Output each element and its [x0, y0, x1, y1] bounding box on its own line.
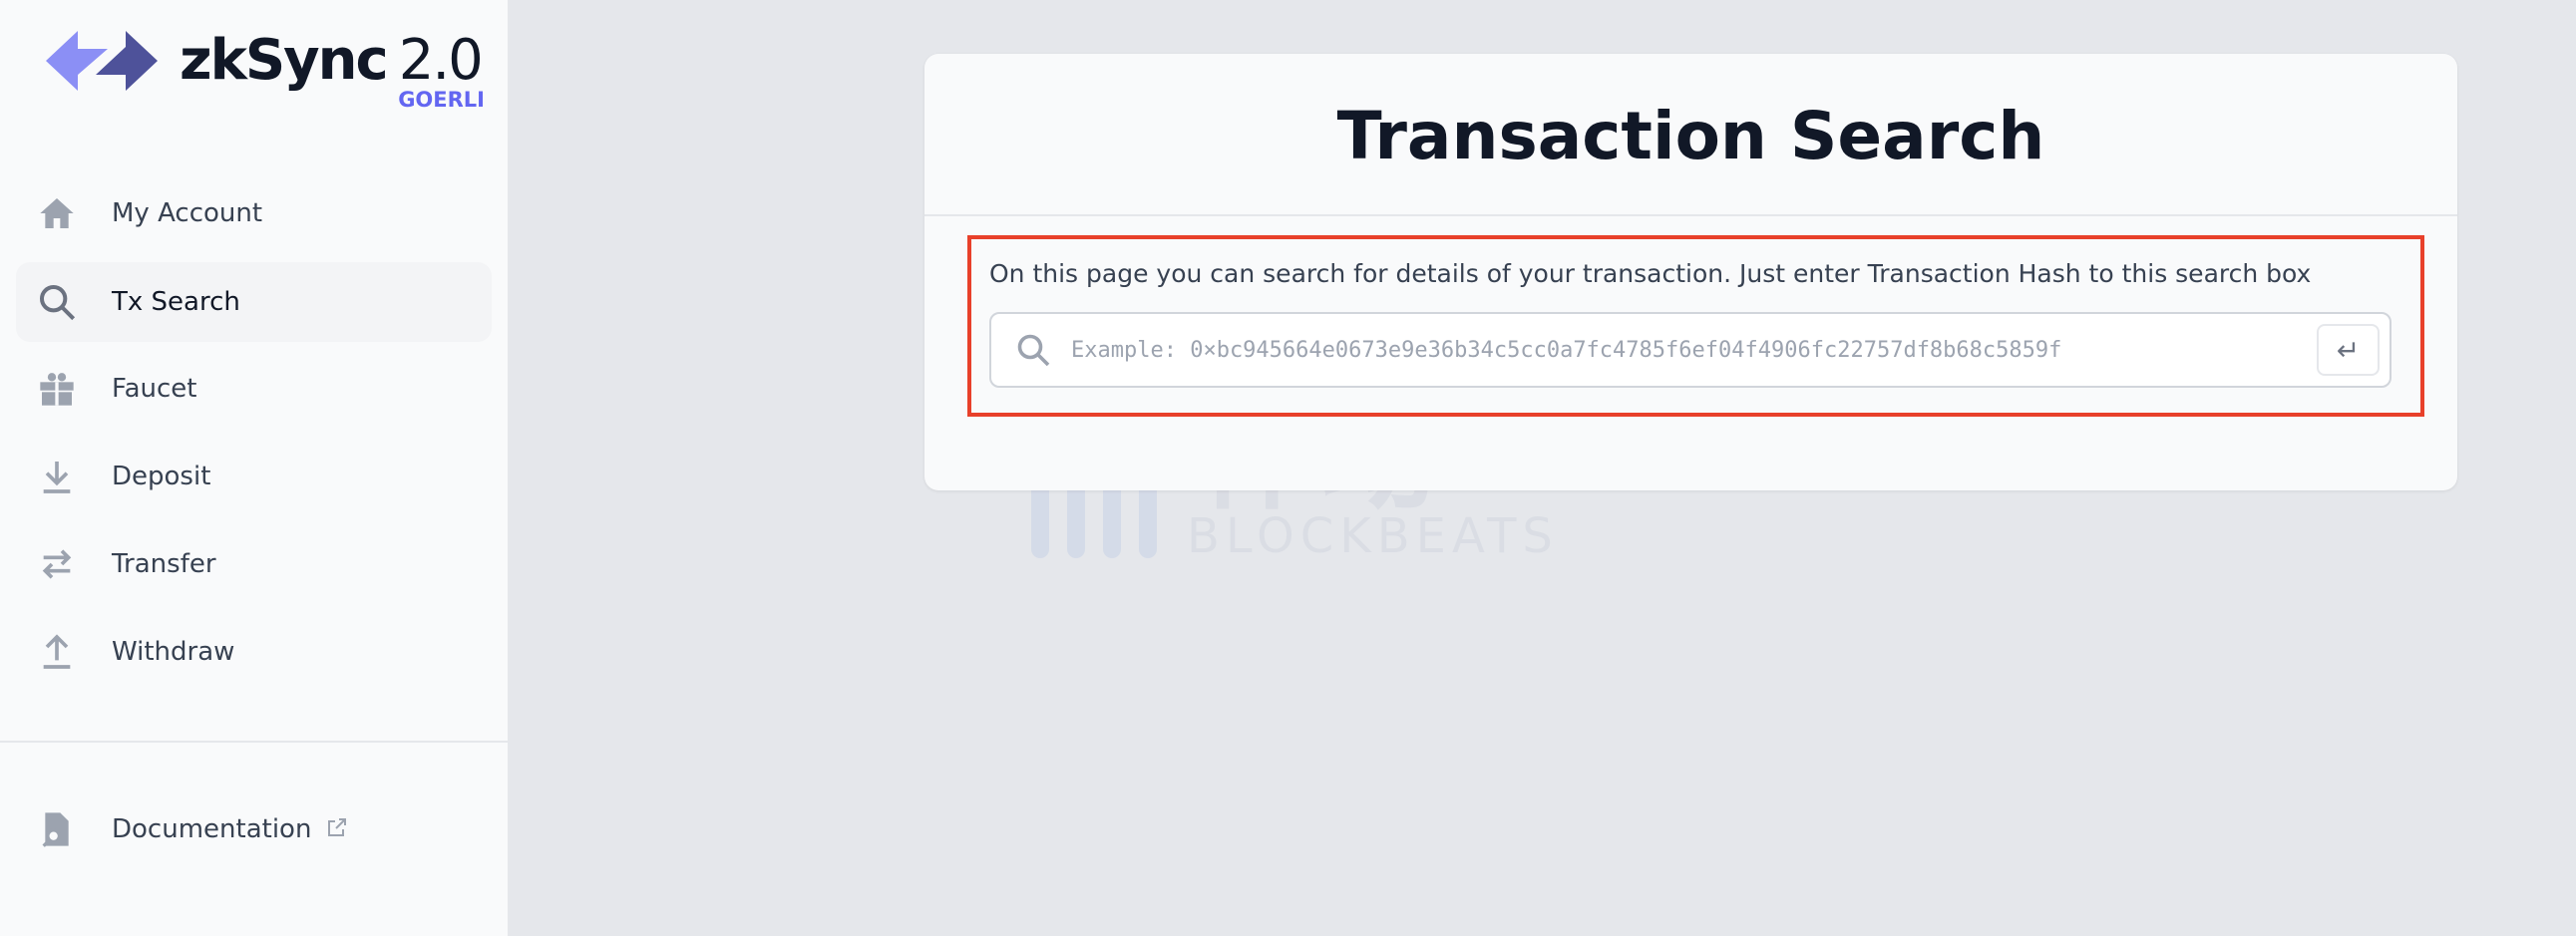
card-divider [924, 214, 2457, 216]
page-title: Transaction Search [1336, 98, 2045, 174]
logo[interactable]: zkSync 2.0 GOERLI [46, 28, 485, 118]
sidebar-item-tx-search[interactable]: Tx Search [16, 262, 492, 342]
sidebar-item-label: Tx Search [112, 287, 240, 317]
upload-icon [36, 631, 78, 673]
sidebar-item-documentation[interactable]: Documentation [16, 789, 492, 869]
sidebar-item-label: Faucet [112, 374, 197, 404]
sidebar-item-label: Withdraw [112, 637, 235, 667]
sidebar-divider [0, 741, 508, 743]
sidebar: zkSync 2.0 GOERLI My Account Tx Search Fa… [0, 0, 510, 936]
sidebar-item-my-account[interactable]: My Account [16, 173, 492, 253]
document-search-icon [36, 808, 78, 850]
brand-version: 2.0 [398, 28, 484, 93]
description: On this page you can search for details … [989, 259, 2312, 288]
sidebar-item-label: Transfer [112, 549, 216, 579]
network-badge: GOERLI [398, 88, 485, 112]
sidebar-item-transfer[interactable]: Transfer [16, 524, 492, 604]
enter-icon: ↵ [2336, 333, 2361, 367]
brand-name: zkSync [180, 28, 389, 93]
enter-button[interactable]: ↵ [2317, 324, 2380, 376]
watermark-en: BLOCKBEATS [1187, 508, 1559, 564]
sidebar-item-label: My Account [112, 198, 263, 228]
search-card: Transaction Search On this page you can … [924, 54, 2457, 490]
sidebar-item-withdraw[interactable]: Withdraw [16, 612, 492, 692]
sidebar-item-deposit[interactable]: Deposit [16, 437, 492, 516]
gift-icon [36, 368, 78, 410]
tx-hash-input[interactable] [1071, 328, 2288, 372]
sidebar-item-faucet[interactable]: Faucet [16, 349, 492, 429]
arrows-exchange-icon [36, 543, 78, 585]
search-icon [36, 281, 78, 323]
external-link-icon [325, 815, 349, 843]
search-box[interactable]: ↵ [989, 312, 2392, 388]
home-icon [36, 192, 78, 234]
download-icon [36, 456, 78, 497]
sidebar-item-label: Documentation [112, 814, 312, 844]
sidebar-item-label: Deposit [112, 462, 211, 491]
zksync-logo-icon [46, 31, 158, 91]
search-icon [1015, 332, 1051, 372]
